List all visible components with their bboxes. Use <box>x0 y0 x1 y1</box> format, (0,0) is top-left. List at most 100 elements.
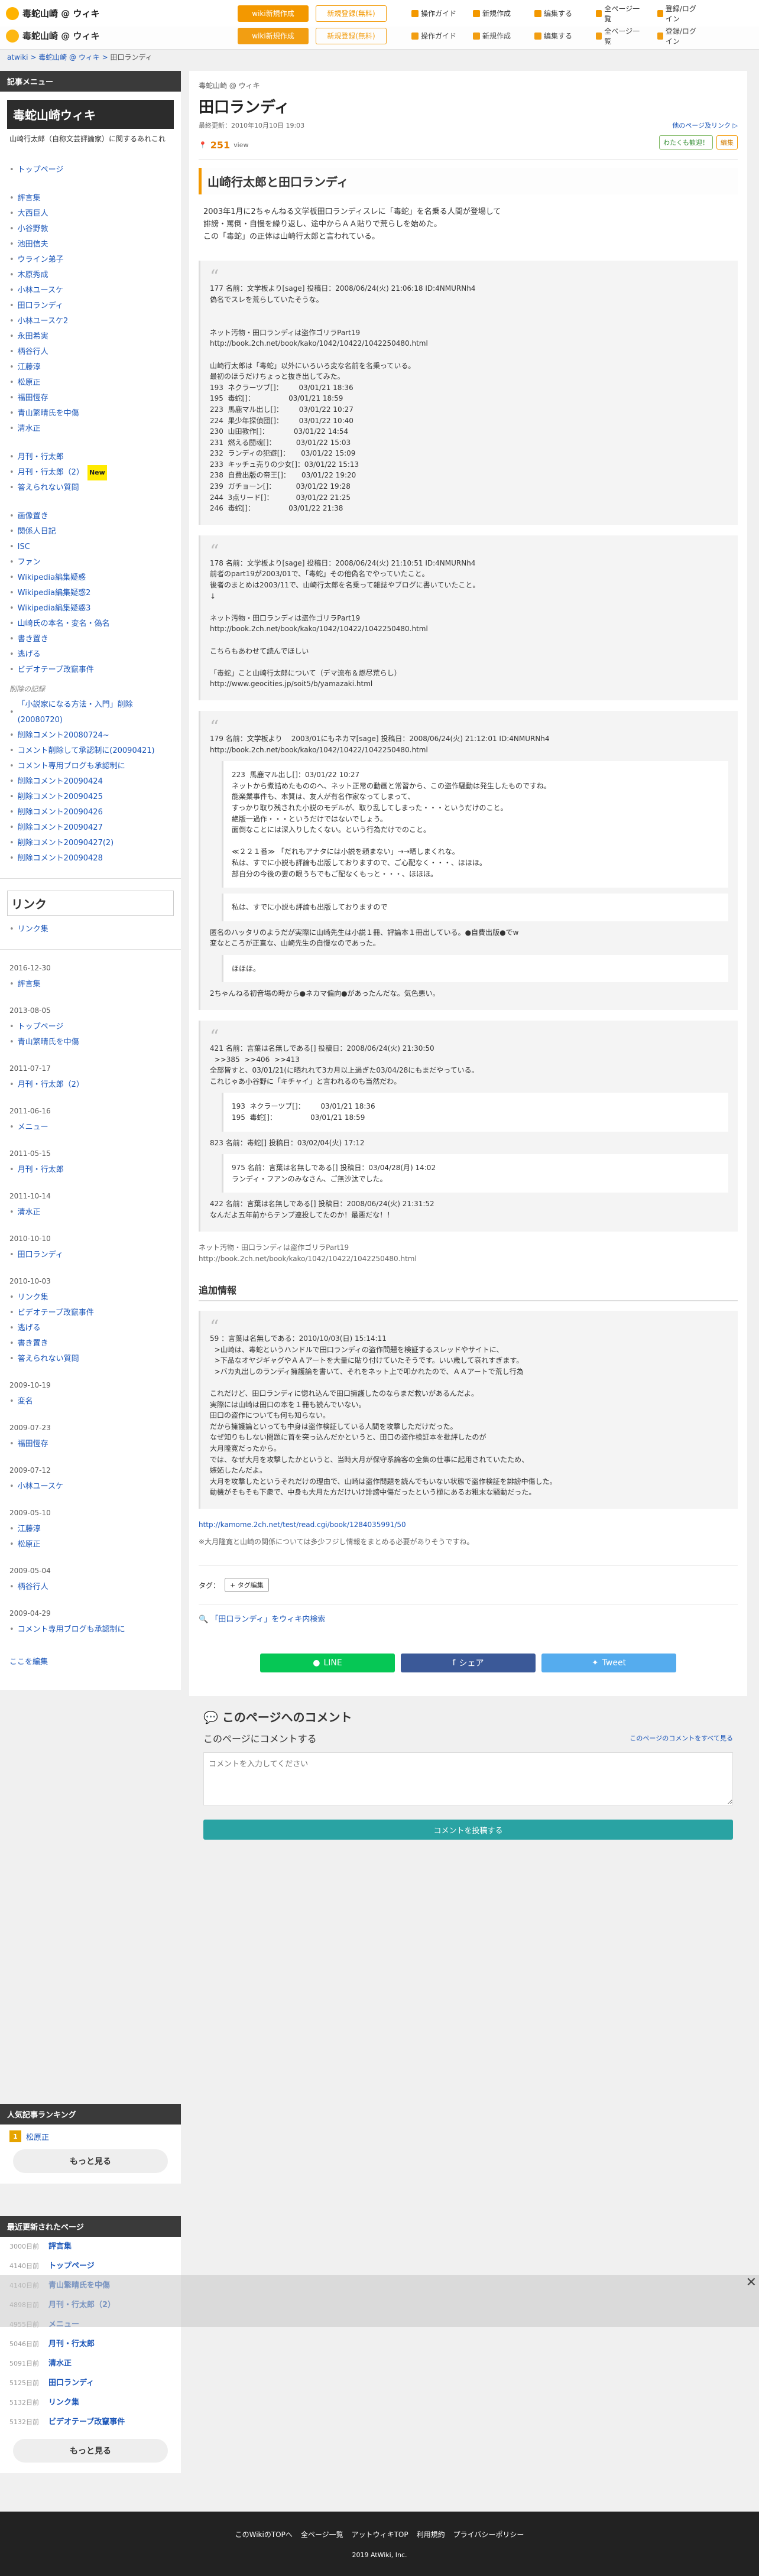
sidebar-item-label[interactable]: 田口ランディ <box>18 1248 63 1263</box>
sidebar-item[interactable]: 月刊・行太郎 <box>9 450 171 465</box>
sidebar-item[interactable]: コメント専用ブログも承認制に <box>9 759 171 774</box>
recent-label[interactable]: ビデオテープ改竄事件 <box>48 2412 125 2432</box>
sidebar-item[interactable]: 池田信夫 <box>9 237 171 252</box>
sidebar-item[interactable]: 書き置き <box>9 632 171 647</box>
sidebar-item-label[interactable]: 削除コメント20090424 <box>18 774 103 790</box>
sidebar-item[interactable]: メニュー <box>9 1120 171 1135</box>
sidebar-item[interactable]: 小林ユースケ <box>9 1479 171 1495</box>
sidebar-item[interactable]: 削除コメント20090426 <box>9 805 171 820</box>
sidebar-item[interactable]: 山崎氏の本名・変名・偽名 <box>9 616 171 632</box>
sidebar-item[interactable]: 変名 <box>9 1394 171 1409</box>
sidebar-item[interactable]: 書き置き <box>9 1336 171 1352</box>
rank-label[interactable]: 松原正 <box>26 2131 49 2142</box>
sidebar-item[interactable]: 福田恆存 <box>9 1437 171 1452</box>
footer-link[interactable]: プライバシーポリシー <box>453 2529 524 2539</box>
sidebar-item[interactable]: ウライン弟子 <box>9 252 171 268</box>
sidebar-item-label[interactable]: 削除コメント20090426 <box>18 805 103 820</box>
sidebar-item[interactable]: 評言集 <box>9 977 171 992</box>
sidebar-item[interactable]: コメント削除して承認制に(20090421) <box>9 743 171 759</box>
footer-link[interactable]: このWikiのTOPへ <box>235 2529 293 2539</box>
sidebar-item[interactable]: 「小説家になる方法・入門」削除(20080720) <box>9 697 171 728</box>
close-icon[interactable]: ✕ <box>746 2275 757 2290</box>
twitter-share-button[interactable]: ✦ Tweet <box>541 1654 676 1673</box>
site-logo[interactable]: 毒蛇山崎 @ ウィキ <box>6 7 231 20</box>
sidebar-item-label[interactable]: コメント専用ブログも承認制に <box>18 759 125 774</box>
sidebar-item-label[interactable]: 削除コメント20090427 <box>18 820 103 836</box>
sidebar-item-label[interactable]: 永田希実 <box>18 329 48 345</box>
sidebar-item[interactable]: Wikipedia編集疑惑2 <box>9 586 171 601</box>
sidebar-item[interactable]: 清水正 <box>9 421 171 437</box>
sidebar-item-label[interactable]: Wikipedia編集疑惑 <box>18 570 86 586</box>
sidebar-item[interactable]: ISC <box>9 540 171 555</box>
sidebar-item[interactable]: 評言集 <box>9 191 171 206</box>
sidebar-item-label[interactable]: 書き置き <box>18 632 48 647</box>
sidebar-item[interactable]: リンク集 <box>9 922 171 937</box>
sidebar-item-label[interactable]: Wikipedia編集疑惑3 <box>18 601 91 616</box>
sidebar-item-label[interactable]: 月刊・行太郎（2） <box>18 465 84 480</box>
recent-label[interactable]: 清水正 <box>48 2354 72 2373</box>
sidebar-item[interactable]: ビデオテープ改竄事件 <box>9 662 171 678</box>
sidebar-item-label[interactable]: 木原秀成 <box>18 268 48 283</box>
recent-label[interactable]: 月刊・行太郎 <box>48 2334 95 2354</box>
nav-new[interactable]: 新規作成 <box>467 24 524 48</box>
sidebar-item[interactable]: 江藤淳 <box>9 1522 171 1537</box>
sidebar-item[interactable]: 削除コメント20090427(2) <box>9 836 171 851</box>
sidebar-item-label[interactable]: 画像置き <box>18 509 48 524</box>
sidebar-item-label[interactable]: 江藤淳 <box>18 1522 41 1537</box>
sidebar-item[interactable]: トップページ <box>9 1019 171 1035</box>
sidebar-item-label[interactable]: 削除コメント20090425 <box>18 790 103 805</box>
ranking-more-button[interactable]: もっと見る <box>13 2149 168 2173</box>
all-comments-link[interactable]: このページのコメントをすべて見る <box>630 1734 733 1742</box>
sidebar-item[interactable]: リンク集 <box>9 1290 171 1305</box>
sidebar-item-label[interactable]: 福田恆存 <box>18 1437 48 1452</box>
recent-label[interactable]: 田口ランディ <box>48 2373 94 2393</box>
register-button[interactable]: 新規登録(無料) <box>316 27 387 44</box>
sidebar-item[interactable]: 永田希実 <box>9 329 171 345</box>
sidebar-item[interactable]: 答えられない質問 <box>9 1352 171 1367</box>
footer-link[interactable]: 利用規約 <box>417 2529 445 2539</box>
sidebar-item[interactable]: 月刊・行太郎（2） <box>9 1077 171 1093</box>
sidebar-item-label[interactable]: 書き置き <box>18 1336 48 1352</box>
source-link[interactable]: http://kamome.2ch.net/test/read.cgi/book… <box>199 1521 406 1529</box>
sidebar-item-label[interactable]: 月刊・行太郎 <box>18 1162 64 1178</box>
sidebar-item-label[interactable]: 清水正 <box>18 1205 41 1220</box>
sidebar-item[interactable]: 答えられない質問 <box>9 480 171 496</box>
tag-edit-button[interactable]: + タグ編集 <box>225 1578 269 1593</box>
sidebar-item[interactable]: Wikipedia編集疑惑 <box>9 570 171 586</box>
sidebar-item[interactable]: 松原正 <box>9 375 171 391</box>
sidebar-item[interactable]: 月刊・行太郎 <box>9 1162 171 1178</box>
sidebar-item[interactable]: 柄谷行人 <box>9 1580 171 1595</box>
edit-button[interactable]: 編集 <box>716 135 738 150</box>
sidebar-item-label[interactable]: 削除コメント20090428 <box>18 851 103 866</box>
sidebar-item-label[interactable]: 月刊・行太郎 <box>18 450 64 465</box>
sidebar-item-label[interactable]: 逃げる <box>18 1321 41 1336</box>
other-pages-link[interactable]: 他のページ及リンク ▷ <box>672 121 738 130</box>
sidebar-item[interactable]: トップページ <box>9 163 171 178</box>
sidebar-item-label[interactable]: 池田信夫 <box>18 237 48 252</box>
sidebar-item-label[interactable]: 田口ランディ <box>18 298 63 314</box>
sidebar-item-label[interactable]: 青山繁晴氏を中傷 <box>18 406 79 421</box>
nav-all-pages[interactable]: 全ページ一覧 <box>590 24 647 48</box>
breadcrumb-wiki[interactable]: 毒蛇山崎 @ ウィキ <box>38 53 100 61</box>
sidebar-item[interactable]: 画像置き <box>9 509 171 524</box>
sidebar-item-label[interactable]: 青山繁晴氏を中傷 <box>18 1035 79 1050</box>
sidebar-item[interactable]: 月刊・行太郎（2）New <box>9 465 171 481</box>
sidebar-item-label[interactable]: 小林ユースケ2 <box>18 314 69 329</box>
nav-edit[interactable]: 編集する <box>528 24 585 48</box>
sidebar-item[interactable]: 逃げる <box>9 1321 171 1336</box>
nav-login[interactable]: 登録/ログイン <box>651 24 708 48</box>
sidebar-item[interactable]: ビデオテープ改竄事件 <box>9 1305 171 1321</box>
breadcrumb-root[interactable]: atwiki <box>7 53 28 61</box>
sidebar-item[interactable]: コメント専用ブログも承認制に <box>9 1622 171 1638</box>
sidebar-item-label[interactable]: リンク集 <box>18 1290 48 1305</box>
recent-item[interactable]: 3000日前 評言集 <box>9 2237 171 2256</box>
sidebar-item-label[interactable]: 江藤淳 <box>18 360 41 375</box>
sidebar-item-label[interactable]: 清水正 <box>18 421 41 437</box>
sidebar-item-label[interactable]: 福田恆存 <box>18 391 48 406</box>
recent-item[interactable]: 5125日前 田口ランディ <box>9 2373 171 2393</box>
recent-item[interactable]: 5046日前 月刊・行太郎 <box>9 2334 171 2354</box>
sidebar-item-label[interactable]: ISC <box>18 540 30 555</box>
line-share-button[interactable]: ● LINE <box>260 1654 395 1673</box>
sidebar-item[interactable]: 青山繁晴氏を中傷 <box>9 406 171 421</box>
sidebar-item[interactable]: 清水正 <box>9 1205 171 1220</box>
